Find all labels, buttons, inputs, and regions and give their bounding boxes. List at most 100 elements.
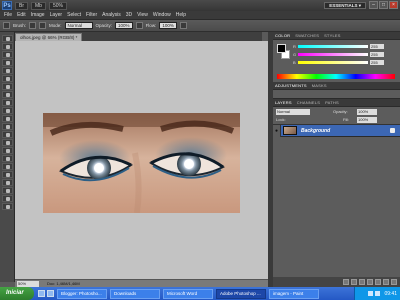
flow-field[interactable]: 100% <box>159 22 177 29</box>
new-group-icon[interactable] <box>375 279 381 285</box>
panels-dock: COLOR SWATCHES STYLES R 255 G 255 B 255 <box>273 32 400 287</box>
3d-orbit-tool-icon[interactable] <box>2 187 13 194</box>
mode-label: Mode: <box>49 23 62 28</box>
minimize-button[interactable]: – <box>369 1 378 9</box>
tab-styles[interactable]: STYLES <box>324 33 341 38</box>
eyes-photo[interactable] <box>43 113 240 213</box>
brush-tool-preset-icon[interactable] <box>3 22 10 29</box>
tab-color[interactable]: COLOR <box>275 33 290 38</box>
delete-layer-icon[interactable] <box>391 279 397 285</box>
layer-row-background[interactable]: ● Background <box>273 124 400 137</box>
menu-help[interactable]: Help <box>176 12 186 18</box>
adjustment-layer-icon[interactable] <box>367 279 373 285</box>
add-mask-icon[interactable] <box>359 279 365 285</box>
maximize-button[interactable]: □ <box>379 1 388 9</box>
green-slider[interactable] <box>298 53 368 56</box>
panel-foreground-swatch[interactable] <box>277 44 286 53</box>
eraser-tool-icon[interactable] <box>2 115 13 122</box>
link-layers-icon[interactable] <box>343 279 349 285</box>
close-button[interactable]: × <box>389 1 398 9</box>
mode-select[interactable]: Normal <box>64 22 93 29</box>
layers-list-empty-area[interactable] <box>273 137 400 277</box>
document-tab[interactable]: olhos.jpeg @ 66% (RGB/8) * <box>15 33 83 41</box>
brush-tool-icon[interactable] <box>2 91 13 98</box>
mini-bridge-button[interactable]: Mb <box>31 1 46 10</box>
taskbar-item-blogger[interactable]: Blogger: Photosho... <box>57 288 107 299</box>
menu-select[interactable]: Select <box>67 12 81 18</box>
tools-panel <box>0 32 15 300</box>
tab-masks[interactable]: MASKS <box>312 83 327 88</box>
menu-analysis[interactable]: Analysis <box>102 12 121 18</box>
color-spectrum-bar[interactable] <box>277 74 395 79</box>
tab-channels[interactable]: CHANNELS <box>297 100 320 105</box>
volume-icon[interactable] <box>375 291 381 296</box>
canvas-area[interactable] <box>15 41 268 279</box>
healing-brush-tool-icon[interactable] <box>2 83 13 90</box>
layer-fill-field[interactable]: 100% <box>357 117 377 123</box>
document-info[interactable]: Doc: 1,46M/1,46M <box>47 281 80 286</box>
red-value-field[interactable]: 255 <box>370 44 384 49</box>
dodge-tool-icon[interactable] <box>2 139 13 146</box>
pen-tool-icon[interactable] <box>2 147 13 154</box>
application-bar: Ps Br Mb 50% ESSENTIALS ▾ – □ × <box>0 0 400 11</box>
blue-slider[interactable] <box>298 61 368 64</box>
visibility-eye-icon[interactable]: ● <box>273 124 281 137</box>
menu-view[interactable]: View <box>137 12 148 18</box>
zoom-tool-icon[interactable] <box>2 203 13 210</box>
network-icon[interactable] <box>368 291 374 296</box>
start-button[interactable]: Iniciar <box>0 287 34 300</box>
options-bar: Brush: Mode: Normal Opacity: 100% Flow: … <box>0 20 400 32</box>
airbrush-icon[interactable] <box>179 22 187 29</box>
quick-launch-icon[interactable] <box>47 290 54 297</box>
type-tool-icon[interactable] <box>2 155 13 162</box>
menu-layer[interactable]: Layer <box>50 12 63 18</box>
menu-window[interactable]: Window <box>153 12 171 18</box>
taskbar-item-paint[interactable]: imagem - Paint <box>269 288 319 299</box>
blend-mode-select[interactable]: Normal <box>276 109 310 115</box>
bridge-button[interactable]: Br <box>15 1 28 10</box>
crop-tool-icon[interactable] <box>2 67 13 74</box>
quick-selection-tool-icon[interactable] <box>2 59 13 66</box>
clone-stamp-tool-icon[interactable] <box>2 99 13 106</box>
brush-panel-toggle-icon[interactable] <box>39 22 47 29</box>
menu-file[interactable]: File <box>4 12 12 18</box>
taskbar-item-photoshop[interactable]: Adobe Photoshop ... <box>216 288 266 299</box>
pressure-opacity-icon[interactable] <box>135 22 143 29</box>
menu-3d[interactable]: 3D <box>126 12 132 18</box>
marquee-tool-icon[interactable] <box>2 43 13 50</box>
workspace-switcher[interactable]: ESSENTIALS ▾ <box>324 2 366 9</box>
tab-layers[interactable]: LAYERS <box>275 100 292 105</box>
lasso-tool-icon[interactable] <box>2 51 13 58</box>
layer-style-icon[interactable] <box>351 279 357 285</box>
brush-label: Brush: <box>13 23 27 28</box>
quick-launch-icon[interactable] <box>38 290 45 297</box>
blur-tool-icon[interactable] <box>2 131 13 138</box>
brush-picker-icon[interactable] <box>29 22 37 29</box>
clock[interactable]: 09:41 <box>384 291 397 297</box>
menu-edit[interactable]: Edit <box>17 12 26 18</box>
windows-taskbar: Iniciar Blogger: Photosho... Downloads M… <box>0 287 400 300</box>
shape-tool-icon[interactable] <box>2 171 13 178</box>
tab-swatches[interactable]: SWATCHES <box>295 33 319 38</box>
3d-rotate-tool-icon[interactable] <box>2 179 13 186</box>
layer-opacity-field[interactable]: 100% <box>357 109 377 115</box>
tab-paths[interactable]: PATHS <box>325 100 339 105</box>
new-layer-icon[interactable] <box>383 279 389 285</box>
eyedropper-tool-icon[interactable] <box>2 75 13 82</box>
opacity-field[interactable]: 100% <box>115 22 133 29</box>
blue-value-field[interactable]: 255 <box>370 60 384 65</box>
taskbar-item-word[interactable]: Microsoft Word <box>163 288 213 299</box>
move-tool-icon[interactable] <box>2 35 13 42</box>
menu-filter[interactable]: Filter <box>86 12 97 18</box>
zoom-level-dropdown[interactable]: 50% <box>48 1 67 10</box>
tab-adjustments[interactable]: ADJUSTMENTS <box>275 83 307 88</box>
gradient-tool-icon[interactable] <box>2 123 13 130</box>
path-selection-tool-icon[interactable] <box>2 163 13 170</box>
green-value-field[interactable]: 255 <box>370 52 384 57</box>
history-brush-tool-icon[interactable] <box>2 107 13 114</box>
status-zoom-field[interactable]: 50% <box>17 280 39 287</box>
menu-image[interactable]: Image <box>31 12 45 18</box>
red-slider[interactable] <box>298 45 368 48</box>
taskbar-item-downloads[interactable]: Downloads <box>110 288 160 299</box>
hand-tool-icon[interactable] <box>2 195 13 202</box>
